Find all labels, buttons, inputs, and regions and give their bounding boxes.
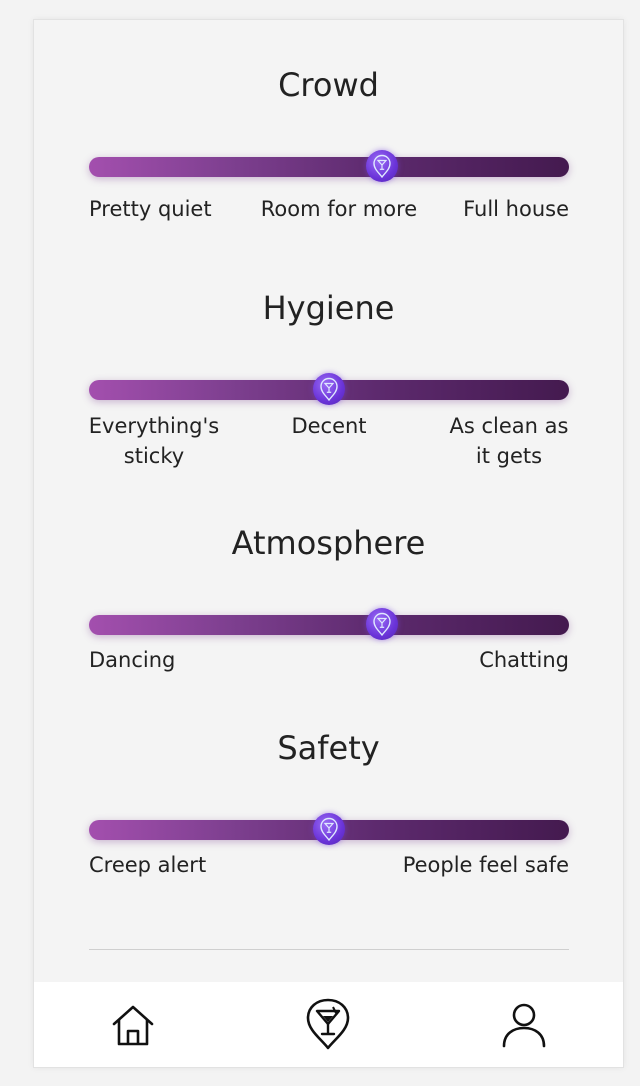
cocktail-pin-icon [318, 817, 340, 841]
cocktail-pin-icon [371, 612, 393, 636]
slider-thumb[interactable] [313, 813, 345, 845]
section-title: Hygiene [262, 289, 395, 327]
slider-thumb[interactable] [365, 150, 398, 182]
slider-min-label: Creep alert [89, 853, 207, 877]
slider-mid-label: Decent [249, 411, 409, 441]
crowd-slider[interactable] [89, 150, 569, 182]
cocktail-pin-icon [371, 154, 393, 178]
section-title: Safety [277, 729, 380, 767]
safety-slider[interactable] [89, 813, 569, 845]
nav-home-button[interactable] [106, 998, 160, 1052]
label-line: sticky [123, 444, 185, 468]
cocktail-pin-icon [318, 377, 340, 401]
slider-min-label: Everything's sticky [74, 411, 234, 471]
slider-max-label: People feel safe [402, 853, 569, 877]
slider-thumb[interactable] [313, 373, 345, 405]
slider-min-label: Pretty quiet [89, 197, 212, 221]
user-icon [502, 1003, 546, 1048]
slider-max-label: Chatting [479, 648, 569, 672]
hygiene-slider[interactable] [89, 373, 569, 405]
divider [89, 949, 569, 950]
slider-max-label: As clean as it gets [434, 411, 584, 471]
label-line: As clean as [449, 414, 569, 438]
nav-bars-button[interactable] [301, 998, 355, 1052]
slider-min-label: Dancing [89, 648, 176, 672]
slider-max-label: Full house [463, 197, 569, 221]
slider-thumb[interactable] [365, 608, 398, 640]
rating-panel: Crowd Pretty quiet Room for more Full ho… [33, 19, 624, 1068]
bottom-nav [34, 982, 623, 1067]
slider-mid-label: Room for more [260, 197, 418, 221]
label-line: it gets [475, 444, 543, 468]
section-title: Crowd [278, 66, 379, 104]
label-line: Everything's [88, 414, 220, 438]
home-icon [112, 1005, 154, 1046]
label-line: Decent [291, 414, 367, 438]
nav-profile-button[interactable] [497, 998, 551, 1052]
section-title: Atmosphere [231, 524, 426, 562]
atmosphere-slider[interactable] [89, 608, 569, 640]
cocktail-pin-icon [306, 998, 350, 1050]
